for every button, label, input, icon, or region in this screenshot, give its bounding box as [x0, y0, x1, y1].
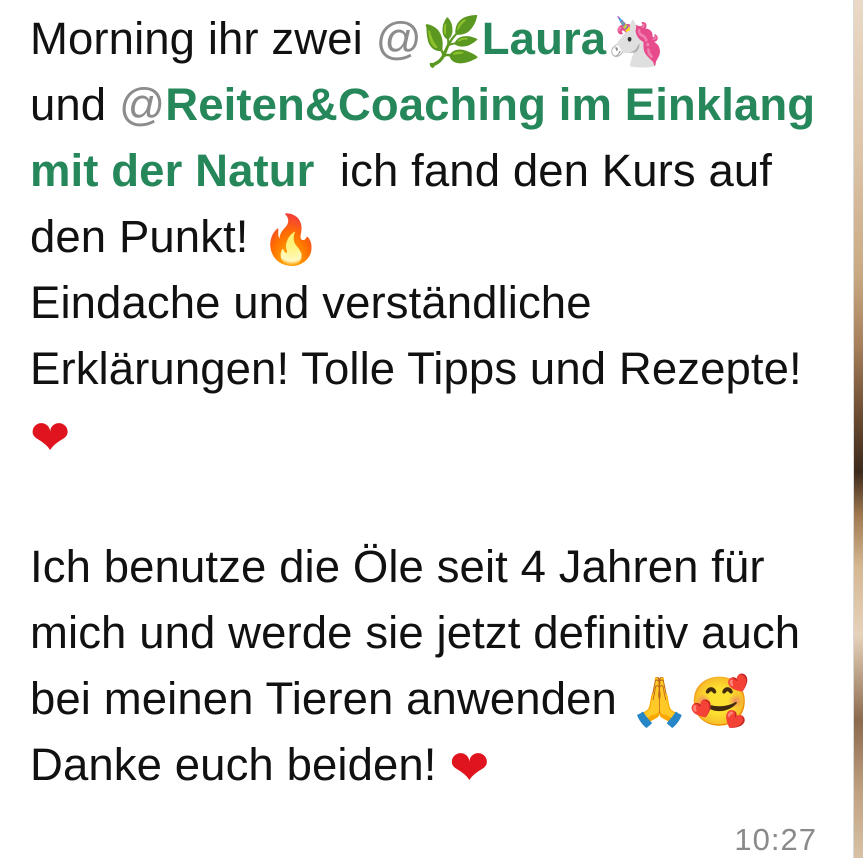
herb-icon: 🌿	[421, 14, 482, 70]
connector-text: und	[30, 79, 119, 130]
red-heart-icon: ❤	[449, 740, 490, 796]
folded-hands-icon: 🙏	[629, 674, 690, 730]
thanks-text: Danke euch beiden!	[30, 739, 450, 790]
message-timestamp: 10:27	[734, 822, 817, 857]
chat-screen: Morning ihr zwei @🌿Laura🦄 und @Reiten&Co…	[0, 0, 863, 858]
message-bubble[interactable]: Morning ihr zwei @🌿Laura🦄 und @Reiten&Co…	[0, 0, 854, 858]
smiling-face-with-hearts-icon: 🥰	[689, 674, 750, 730]
mention-laura[interactable]: Laura	[482, 13, 606, 64]
greeting-text: Morning ihr zwei	[30, 13, 376, 64]
background-photo-edge	[854, 0, 863, 858]
unicorn-icon: 🦄	[606, 14, 667, 70]
fire-icon: 🔥	[261, 212, 322, 268]
red-heart-icon: ❤	[30, 410, 71, 466]
message-body-text: Eindache und verständliche Erklärungen! …	[30, 277, 815, 394]
mention-at-symbol: @	[375, 13, 422, 64]
message-text: Morning ihr zwei @🌿Laura🦄 und @Reiten&Co…	[30, 6, 830, 798]
mention-at-symbol: @	[118, 79, 166, 130]
